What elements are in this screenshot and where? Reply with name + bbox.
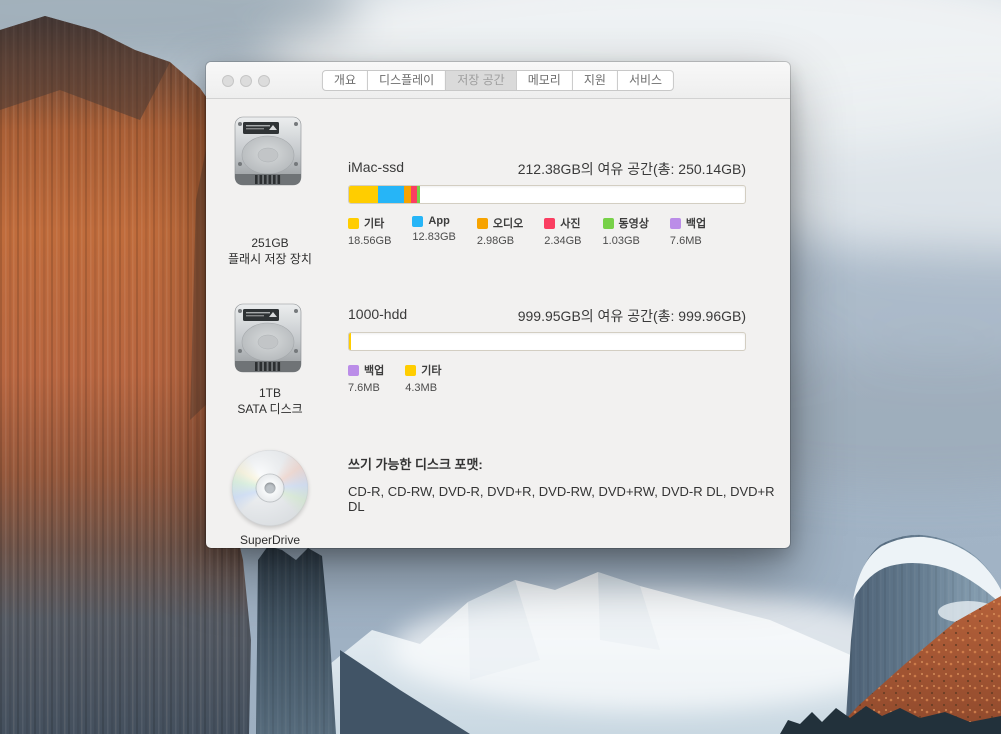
disk2-usage-bar (348, 332, 746, 351)
legend-item-app: App 12.83GB (412, 215, 455, 247)
disk1-legend: 기타 18.56GB App 12.83GB 오디오 2.98GB 사진 2.3… (348, 215, 706, 247)
legend-value: 12.83GB (412, 231, 455, 243)
color-swatch-other (348, 218, 359, 229)
tab-storage[interactable]: 저장 공간 (445, 71, 516, 90)
about-this-mac-window: 개요 디스플레이 저장 공간 메모리 지원 서비스 (206, 62, 790, 548)
color-swatch-other (405, 365, 416, 376)
disk2-free-space: 999.95GB의 여유 공간(총: 999.96GB) (518, 306, 746, 326)
bar-segment-audio (404, 186, 411, 203)
disk2-kind: SATA 디스크 (200, 401, 340, 417)
disk2-capacity: 1TB (200, 385, 340, 401)
legend-value: 7.6MB (348, 382, 384, 394)
legend-label: 동영상 (619, 215, 649, 231)
color-swatch-app (412, 216, 423, 227)
legend-item-other: 기타 18.56GB (348, 215, 391, 247)
legend-value: 2.98GB (477, 235, 523, 247)
disk1-capacity: 251GB (200, 235, 340, 251)
legend-value: 18.56GB (348, 235, 391, 247)
legend-label: 백업 (364, 362, 384, 378)
storage-pane: 251GB 플래시 저장 장치 iMac-ssd 212.38GB의 여유 공간… (206, 99, 790, 548)
desktop: 개요 디스플레이 저장 공간 메모리 지원 서비스 (0, 0, 1001, 734)
zoom-button[interactable] (258, 75, 270, 87)
disk2-legend: 백업 7.6MB 기타 4.3MB (348, 362, 442, 394)
legend-value: 1.03GB (603, 235, 649, 247)
superdrive-caption: SuperDrive (200, 532, 340, 548)
bar-segment-movies (417, 186, 420, 203)
bar-segment-other (349, 186, 378, 203)
legend-item-movies: 동영상 1.03GB (603, 215, 649, 247)
color-swatch-backups (348, 365, 359, 376)
tab-displays[interactable]: 디스플레이 (367, 71, 445, 90)
legend-item-audio: 오디오 2.98GB (477, 215, 523, 247)
legend-value: 2.34GB (544, 235, 581, 247)
legend-value: 7.6MB (670, 235, 706, 247)
close-button[interactable] (222, 75, 234, 87)
color-swatch-backups (670, 218, 681, 229)
writable-formats-list: CD-R, CD-RW, DVD-R, DVD+R, DVD-RW, DVD+R… (348, 484, 790, 514)
disk1-caption: 251GB 플래시 저장 장치 (200, 235, 340, 267)
disk1-name: iMac-ssd (348, 159, 404, 179)
superdrive-name: SuperDrive (200, 532, 340, 548)
traffic-lights (222, 75, 270, 87)
color-swatch-photos (544, 218, 555, 229)
internal-drive-icon (233, 299, 303, 379)
disk1-kind: 플래시 저장 장치 (200, 251, 340, 267)
disk1-usage-bar (348, 185, 746, 204)
legend-label: 백업 (686, 215, 706, 231)
disk2-caption: 1TB SATA 디스크 (200, 385, 340, 417)
legend-label: App (428, 215, 449, 227)
cd-hole (265, 483, 276, 494)
legend-label: 기타 (364, 215, 384, 231)
tab-bar: 개요 디스플레이 저장 공간 메모리 지원 서비스 (322, 70, 674, 91)
internal-drive-icon (233, 112, 303, 192)
bar-segment-app (378, 186, 404, 203)
writable-formats-heading: 쓰기 가능한 디스크 포맷: (348, 454, 483, 473)
legend-item-other: 기타 4.3MB (405, 362, 441, 394)
tab-support[interactable]: 지원 (572, 71, 617, 90)
legend-label: 오디오 (493, 215, 523, 231)
disk2-name: 1000-hdd (348, 306, 407, 326)
disk1-free-space: 212.38GB의 여유 공간(총: 250.14GB) (518, 159, 746, 179)
legend-item-photos: 사진 2.34GB (544, 215, 581, 247)
minimize-button[interactable] (240, 75, 252, 87)
tab-memory[interactable]: 메모리 (516, 71, 572, 90)
legend-label: 사진 (560, 215, 580, 231)
tab-overview[interactable]: 개요 (323, 71, 367, 90)
titlebar[interactable]: 개요 디스플레이 저장 공간 메모리 지원 서비스 (206, 62, 790, 99)
color-swatch-audio (477, 218, 488, 229)
bar-segment-other (349, 333, 351, 350)
legend-item-backups: 백업 7.6MB (348, 362, 384, 394)
legend-value: 4.3MB (405, 382, 441, 394)
superdrive-cd-icon (232, 450, 308, 526)
color-swatch-movies (603, 218, 614, 229)
tab-service[interactable]: 서비스 (617, 71, 673, 90)
legend-item-backups: 백업 7.6MB (670, 215, 706, 247)
legend-label: 기타 (421, 362, 441, 378)
